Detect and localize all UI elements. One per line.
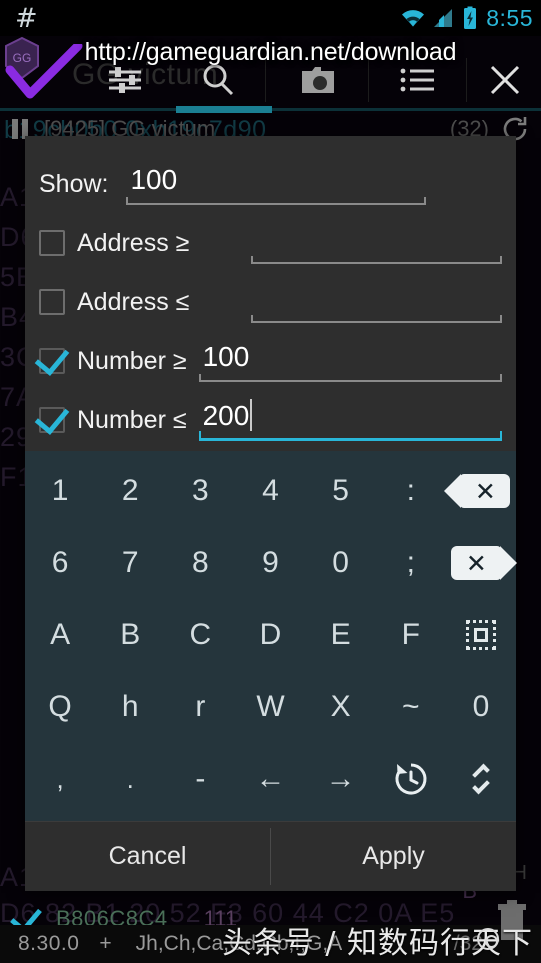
address-min-row: Address ≥: [25, 209, 516, 268]
number-min-value: 100: [202, 341, 250, 372]
key-3[interactable]: 3: [165, 455, 235, 527]
add-button[interactable]: +: [99, 932, 111, 956]
keyboard-row-2: 6 7 8 9 0 ; ✕: [25, 527, 518, 599]
show-row: Show: 100: [25, 150, 516, 209]
number-max-checkbox[interactable]: [39, 407, 65, 433]
version-label: 8.30.0: [18, 932, 80, 955]
key-period[interactable]: .: [95, 743, 165, 815]
key-r[interactable]: r: [165, 671, 235, 743]
number-min-row: Number ≥ 100: [25, 327, 516, 386]
key-X[interactable]: X: [306, 671, 376, 743]
key-2[interactable]: 2: [95, 455, 165, 527]
backspace-icon: ✕: [444, 474, 511, 508]
url-overlay-text: http://gameguardian.net/download: [84, 38, 457, 66]
key-9[interactable]: 9: [235, 527, 305, 599]
cell-signal-icon: [434, 9, 453, 27]
dialog-form: Show: 100 Address ≥ Address ≤ Number ≥ 1…: [25, 136, 516, 451]
status-bar: # 8:55: [0, 0, 541, 36]
key-6[interactable]: 6: [25, 527, 95, 599]
number-min-input[interactable]: 100: [198, 338, 503, 382]
key-0[interactable]: 0: [306, 527, 376, 599]
number-min-checkbox[interactable]: [39, 348, 65, 374]
number-min-underline: [198, 374, 503, 382]
key-Q[interactable]: Q: [25, 671, 95, 743]
status-bar-right: 8:55: [400, 5, 541, 32]
key-W[interactable]: W: [235, 671, 305, 743]
filter-icon: [109, 67, 141, 93]
screen-root: b19cb0b0 0xb19c7d90 A1 FC 11 5A 4E B4 B1…: [0, 0, 541, 963]
key-zero-alt[interactable]: 0: [446, 671, 516, 743]
key-B[interactable]: B: [95, 599, 165, 671]
keyboard-row-3: A B C D E F: [25, 599, 516, 671]
show-input-value: 100: [130, 164, 178, 195]
dialog-actions: Cancel Apply: [25, 821, 516, 891]
address-max-underline: [251, 315, 502, 323]
select-all-icon: [465, 620, 496, 650]
key-comma[interactable]: ,: [25, 743, 95, 815]
search-icon: [203, 64, 234, 96]
status-clock: 8:55: [486, 4, 533, 31]
arrow-right-key[interactable]: →: [306, 743, 376, 815]
keyboard-row-5: , . - ← →: [25, 743, 516, 815]
number-max-row: Number ≤ 200: [25, 386, 516, 445]
watermark-circle-icon: [477, 928, 499, 950]
key-F[interactable]: F: [376, 599, 446, 671]
forward-delete-icon: ✕: [451, 546, 518, 580]
show-input-underline: [126, 197, 427, 205]
show-input[interactable]: 100: [126, 161, 427, 205]
number-max-underline: [198, 431, 503, 441]
address-max-label: Address ≤: [77, 288, 190, 316]
number-max-input[interactable]: 200: [198, 397, 503, 441]
history-icon: [395, 763, 427, 795]
wifi-icon: [402, 10, 425, 27]
number-max-value: 200: [202, 400, 250, 431]
key-A[interactable]: A: [25, 599, 95, 671]
tab-underline-active: [176, 106, 272, 113]
key-colon[interactable]: :: [376, 455, 446, 527]
key-1[interactable]: 1: [25, 455, 95, 527]
key-E[interactable]: E: [306, 599, 376, 671]
keyboard-row-4: Q h r W X ~ 0: [25, 671, 516, 743]
address-max-input[interactable]: [251, 279, 502, 323]
address-min-checkbox[interactable]: [39, 230, 65, 256]
key-4[interactable]: 4: [235, 455, 305, 527]
collapse-keyboard-icon: [472, 763, 490, 795]
hex-keyboard: 1 2 3 4 5 : ✕ 6 7 8 9 0 ; ✕ A B C D E F …: [25, 451, 518, 821]
address-min-input[interactable]: [251, 220, 502, 264]
address-max-row: Address ≤: [25, 268, 516, 327]
show-label: Show:: [39, 170, 109, 198]
key-semicolon[interactable]: ;: [376, 527, 446, 599]
key-8[interactable]: 8: [165, 527, 235, 599]
address-max-checkbox[interactable]: [39, 289, 65, 315]
address-min-label: Address ≥: [77, 229, 190, 257]
forward-delete-key[interactable]: ✕: [446, 527, 518, 599]
key-minus[interactable]: -: [165, 743, 235, 815]
hash-icon: #: [15, 2, 38, 34]
key-C[interactable]: C: [165, 599, 235, 671]
list-icon: [400, 68, 434, 92]
text-caret: [250, 399, 253, 431]
keyboard-row-1: 1 2 3 4 5 : ✕: [25, 455, 516, 527]
key-tilde[interactable]: ~: [376, 671, 446, 743]
number-min-label: Number ≥: [77, 347, 187, 375]
select-all-key[interactable]: [446, 599, 516, 671]
backspace-key[interactable]: ✕: [444, 455, 516, 527]
close-icon: [490, 65, 520, 95]
history-key[interactable]: [376, 743, 446, 815]
address-min-underline: [251, 256, 502, 264]
battery-charging-icon: [464, 6, 477, 29]
key-5[interactable]: 5: [306, 455, 376, 527]
apply-button[interactable]: Apply: [271, 822, 516, 891]
key-7[interactable]: 7: [95, 527, 165, 599]
camera-icon: [302, 67, 334, 93]
number-max-wrap: 200: [199, 397, 502, 435]
key-D[interactable]: D: [235, 599, 305, 671]
filter-dialog: Show: 100 Address ≥ Address ≤ Number ≥ 1…: [25, 136, 518, 891]
key-h[interactable]: h: [95, 671, 165, 743]
cancel-button[interactable]: Cancel: [25, 822, 270, 891]
arrow-left-key[interactable]: ←: [235, 743, 305, 815]
number-max-label: Number ≤: [77, 406, 187, 434]
collapse-keyboard-key[interactable]: [446, 743, 516, 815]
